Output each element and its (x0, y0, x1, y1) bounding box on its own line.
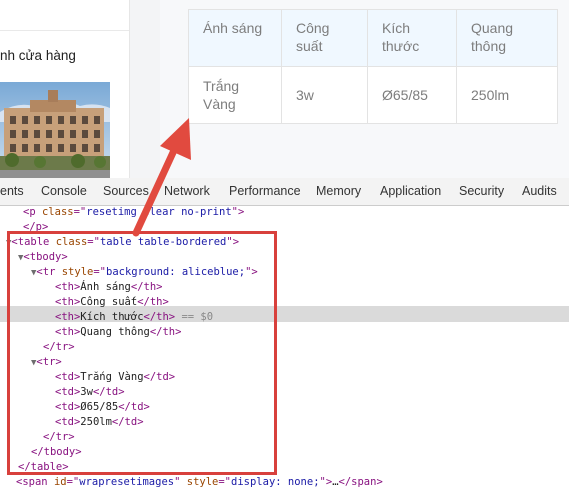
header-cell: Công suất (281, 9, 368, 67)
tab-console[interactable]: Console (41, 184, 87, 198)
table-cell: Ø65/85 (367, 66, 457, 124)
tab-audits[interactable]: Audits (522, 184, 557, 198)
table-row: Trắng Vàng 3w Ø65/85 250lm (188, 66, 558, 124)
spec-table: Ánh sáng Công suất Kích thước Quang thông T… (188, 9, 558, 124)
table-header-row: Ánh sáng Công suất Kích thước Quang thông (188, 9, 558, 67)
header-cell: Quang thông (456, 9, 558, 67)
tab-application[interactable]: Application (380, 184, 441, 198)
tab-memory[interactable]: Memory (316, 184, 361, 198)
store-building-photo[interactable] (0, 82, 110, 178)
tab-elements[interactable]: ents (0, 184, 24, 198)
tab-network[interactable]: Network (164, 184, 210, 198)
table-cell: 250lm (456, 66, 558, 124)
tab-security[interactable]: Security (459, 184, 504, 198)
tab-sources[interactable]: Sources (103, 184, 149, 198)
annotation-highlight-box (7, 231, 277, 475)
header-cell: Ánh sáng (188, 9, 282, 67)
store-sidebar: nh cửa hàng (0, 0, 130, 178)
table-cell: Trắng Vàng (188, 66, 282, 124)
divider (0, 30, 129, 31)
devtools-tabbar: ents Console Sources Network Performance… (0, 178, 569, 206)
web-page-view: nh cửa hàng Ánh sáng Công suất Kích thướ… (0, 0, 569, 178)
header-cell: Kích thước (367, 9, 457, 67)
store-caption[interactable]: nh cửa hàng (0, 48, 76, 63)
dom-node-p[interactable]: <p class="resetimg clear no-print"> (23, 205, 244, 220)
table-cell: 3w (281, 66, 368, 124)
tab-performance[interactable]: Performance (229, 184, 301, 198)
page-gutter (130, 0, 160, 178)
